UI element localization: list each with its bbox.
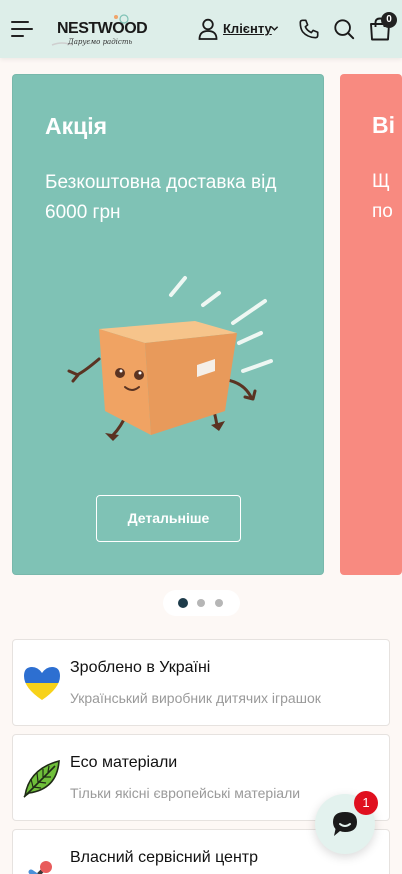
tools-icon [28, 861, 52, 874]
feature-card: Зроблено в Україні Український виробник … [12, 639, 390, 726]
feature-title: Eco матеріали [70, 754, 178, 771]
user-icon[interactable] [198, 18, 218, 40]
carousel-pagination [163, 590, 240, 616]
carousel-dot-active[interactable] [178, 598, 188, 608]
feature-title: Зроблено в Україні [70, 659, 211, 676]
chat-bubble-icon [333, 812, 357, 836]
slide-title: Ві [372, 112, 395, 138]
cart-count-badge: 0 [381, 12, 397, 28]
search-icon[interactable] [333, 18, 355, 40]
details-button[interactable]: Детальніше [96, 495, 241, 542]
site-header: NESTWOOD Даруємо радість Клієнту 0 [0, 0, 402, 58]
logo-text: NESTWOOD [57, 20, 148, 37]
client-menu-link[interactable]: Клієнту [223, 21, 272, 36]
slide-text-line: по [372, 201, 393, 222]
feature-title: Власний сервісний центр [70, 849, 259, 866]
promo-slide-next[interactable]: Ві Щ по [340, 74, 402, 575]
delivery-box-illustration [67, 276, 273, 441]
slide-text: Щ по [372, 167, 402, 227]
phone-icon[interactable] [298, 18, 320, 40]
slide-text: Безкоштовна доставка від 6000 грн [45, 172, 277, 223]
ukraine-heart-icon [24, 667, 60, 700]
slide-text-line: Щ [372, 171, 390, 192]
chevron-down-icon[interactable] [270, 24, 279, 33]
site-logo[interactable]: NESTWOOD Даруємо радість [50, 11, 148, 49]
feature-subtitle: Український виробник дитячих іграшок [70, 690, 321, 706]
carousel-dot[interactable] [197, 599, 205, 607]
feature-subtitle: Тільки якісні європейські матеріали [70, 785, 301, 801]
chat-unread-badge: 1 [354, 791, 378, 815]
menu-icon[interactable] [11, 20, 33, 38]
promo-slide[interactable]: Акція Безкоштовна доставка від 6000 грн … [12, 74, 324, 575]
leaf-icon [23, 759, 60, 798]
slide-title: Акція [45, 113, 108, 139]
carousel-dot[interactable] [215, 599, 223, 607]
logo-tagline: Даруємо радість [68, 38, 133, 46]
